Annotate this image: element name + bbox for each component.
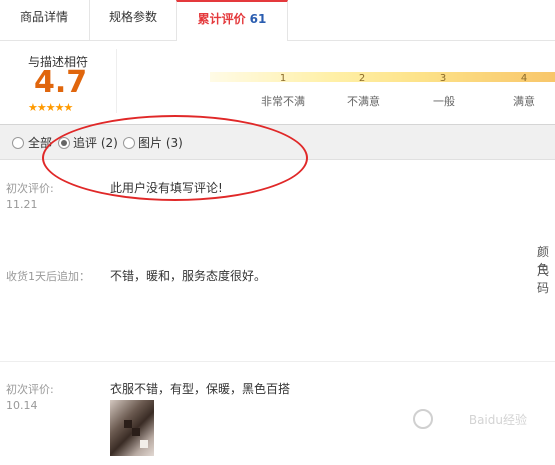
filter-all-radio[interactable] bbox=[12, 137, 24, 149]
side-text: 尺码 bbox=[537, 264, 550, 295]
review-type-label: 初次评价: bbox=[6, 383, 54, 396]
tab-reviews[interactable]: 累计评价 61 bbox=[176, 0, 288, 41]
scale-number: 2 bbox=[358, 73, 366, 84]
tab-specs[interactable]: 规格参数 bbox=[89, 0, 176, 40]
rating-scale-bar bbox=[210, 72, 555, 82]
scale-label: 满意 bbox=[513, 95, 535, 108]
scale-number: 4 bbox=[520, 73, 528, 84]
rating-summary: 与描述相符 4.7 ★★★★★ 1 2 3 4 非常不满 不满意 一般 满意 bbox=[0, 41, 555, 125]
watermark: Baidu经验 bbox=[468, 413, 527, 427]
rating-value: 4.7 bbox=[34, 65, 88, 100]
tab-bar: 商品详情 规格参数 累计评价 61 bbox=[0, 0, 555, 41]
tab-product-details[interactable]: 商品详情 bbox=[0, 0, 88, 40]
scale-number: 3 bbox=[439, 73, 447, 84]
followup-label: 收货1天后追加： bbox=[6, 270, 90, 283]
review-photo-thumbnail[interactable] bbox=[110, 400, 154, 456]
review-text: 衣服不错，有型，保暖，黑色百搭 bbox=[110, 382, 291, 396]
scale-number: 1 bbox=[279, 73, 287, 84]
annotation-circle bbox=[42, 115, 308, 201]
tab-label: 规格参数 bbox=[108, 10, 157, 24]
scale-label: 一般 bbox=[433, 95, 455, 108]
scale-label: 不满意 bbox=[347, 95, 380, 108]
followup-text: 不错，暖和，服务态度很好。 bbox=[110, 269, 267, 283]
rating-stars: ★★★★★ bbox=[28, 101, 73, 114]
review-separator bbox=[0, 361, 555, 362]
review-date: 11.21 bbox=[6, 198, 38, 211]
scale-label: 非常不满 bbox=[261, 95, 305, 108]
divider bbox=[116, 49, 117, 113]
tab-label: 累计评价 bbox=[197, 12, 246, 26]
review-count: 61 bbox=[249, 12, 267, 26]
watermark-logo-icon bbox=[413, 409, 433, 429]
review-type-label: 初次评价: bbox=[6, 182, 54, 195]
tab-label: 商品详情 bbox=[19, 10, 68, 24]
review-date: 10.14 bbox=[6, 399, 38, 412]
